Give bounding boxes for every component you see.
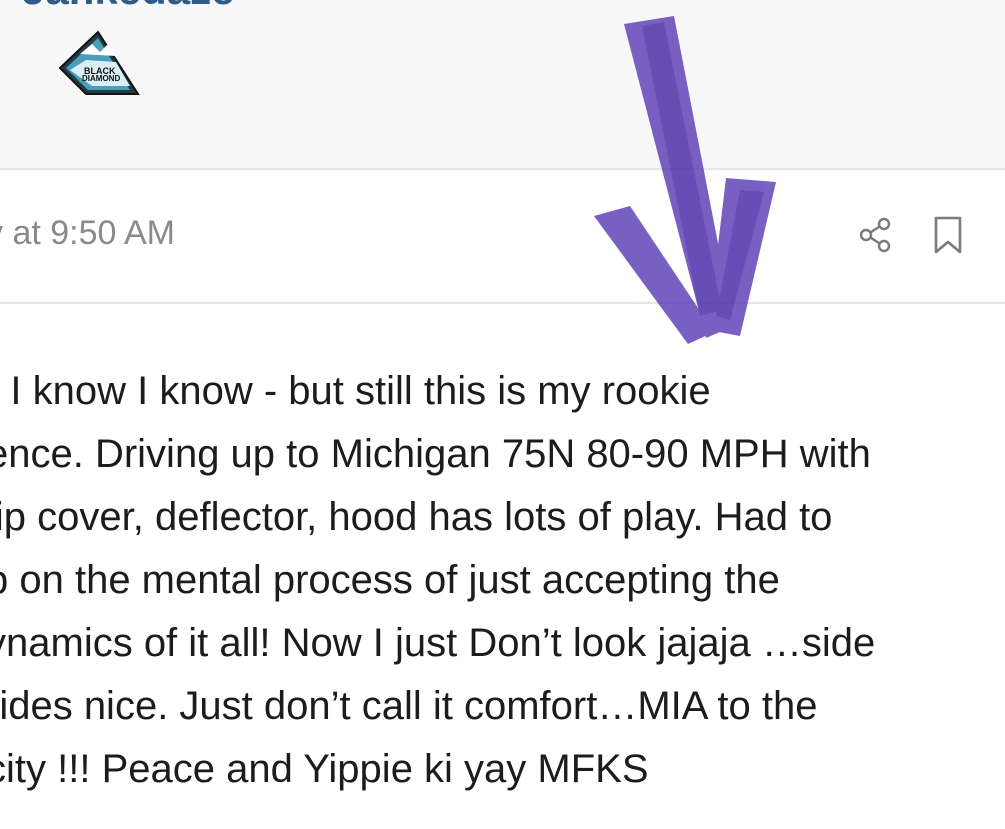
post-line: ence. Driving up to Michigan 75N 80-90 M… bbox=[0, 432, 871, 476]
post-line: city !!! Peace and Yippie ki yay MFKS bbox=[0, 747, 649, 791]
profile-header: Jankedaze BLACK DIAMOND bbox=[0, 0, 1005, 170]
post-line: r I know I know - but still this is my r… bbox=[0, 369, 711, 413]
bookmark-icon[interactable] bbox=[928, 215, 968, 255]
post-line: rides nice. Just don’t call it comfort…M… bbox=[0, 684, 818, 728]
username-link[interactable]: Jankedaze bbox=[22, 0, 234, 14]
post-line: p on the mental process of just acceptin… bbox=[0, 558, 780, 602]
black-diamond-badge-icon: BLACK DIAMOND bbox=[58, 30, 140, 95]
post-timestamp[interactable]: y at 9:50 AM bbox=[0, 214, 175, 253]
svg-text:DIAMOND: DIAMOND bbox=[82, 74, 120, 83]
post-meta-row: y at 9:50 AM bbox=[0, 170, 1005, 304]
post-body: r I know I know - but still this is my r… bbox=[0, 360, 1005, 801]
post-line: lip cover, deflector, hood has lots of p… bbox=[0, 495, 833, 539]
post-line: ynamics of it all! Now I just Don’t look… bbox=[0, 621, 876, 665]
share-icon[interactable] bbox=[855, 215, 895, 255]
